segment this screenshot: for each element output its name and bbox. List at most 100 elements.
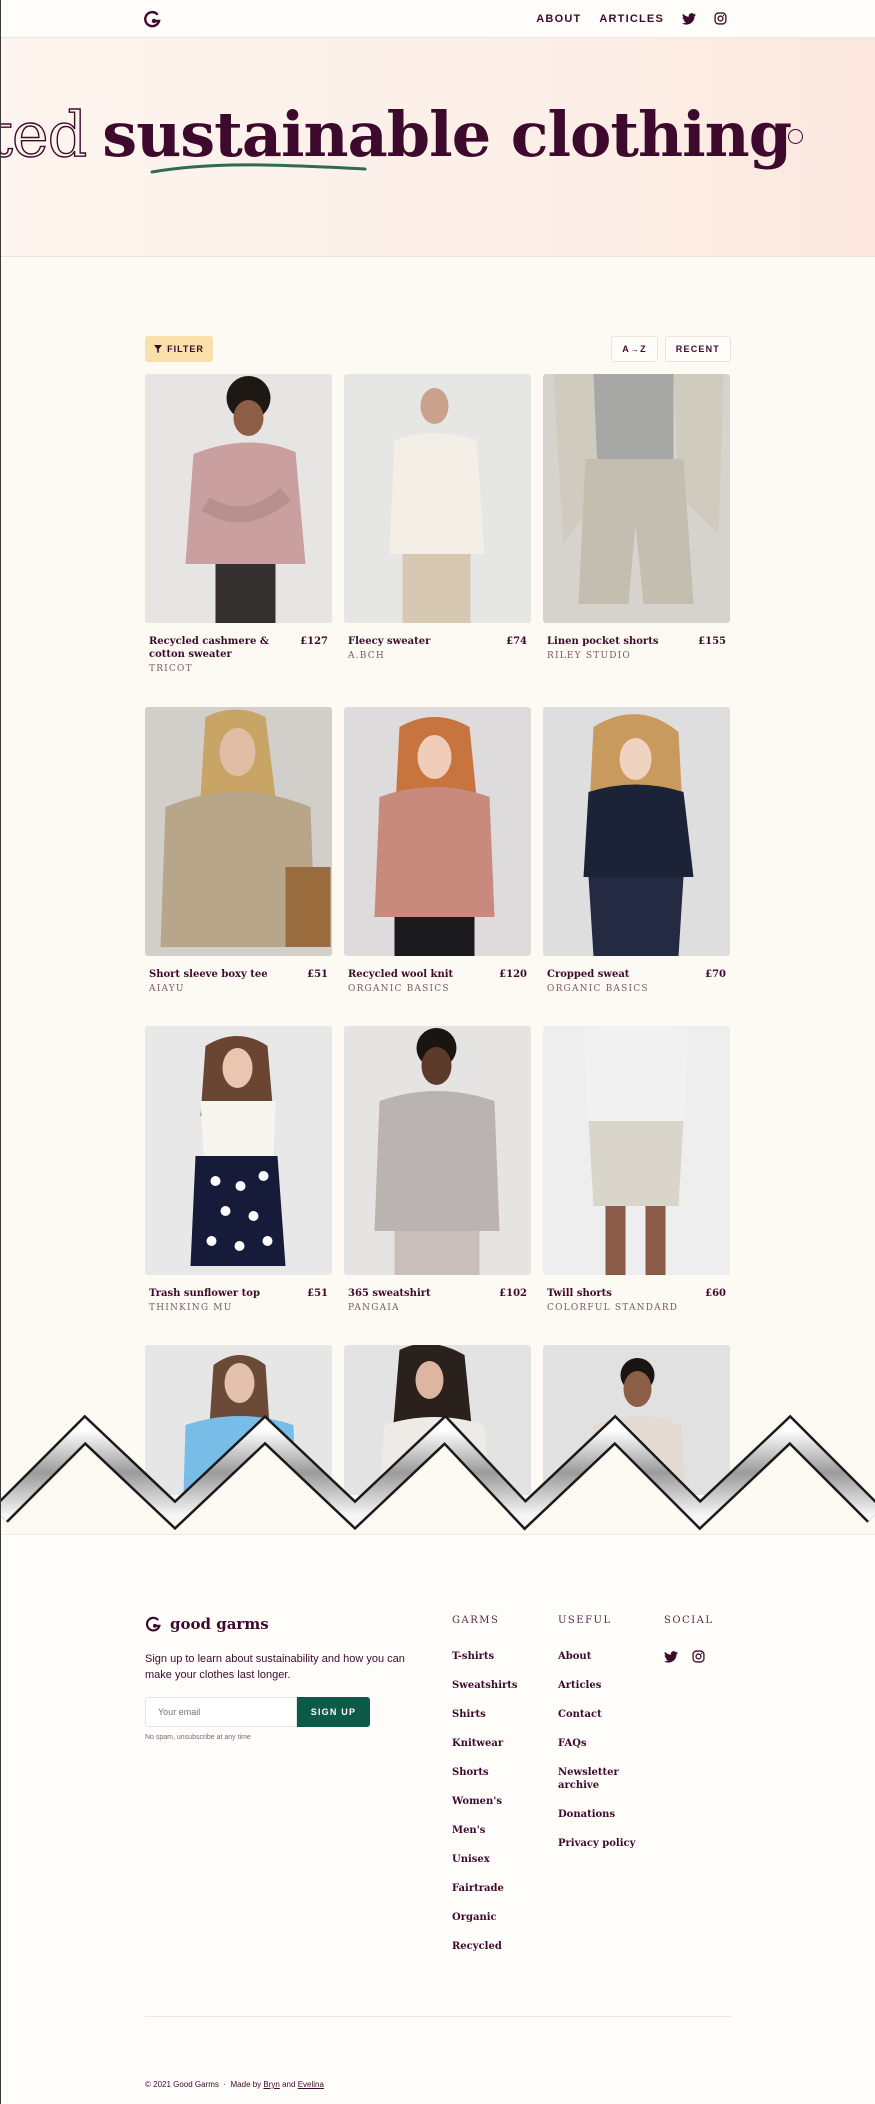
nav-about-link[interactable]: ABOUT (536, 13, 581, 25)
instagram-icon[interactable] (714, 12, 727, 25)
footer-brand-name: good garms (170, 1615, 269, 1633)
logo-icon (145, 1616, 161, 1632)
useful-link[interactable]: Articles (558, 1679, 638, 1692)
product-image[interactable] (145, 1026, 332, 1275)
product-brand: COLORFUL STANDARD (547, 1303, 679, 1313)
garms-link[interactable]: Sweatshirts (452, 1679, 518, 1692)
hero-headline: tedsustainable clothing (0, 103, 792, 166)
product-name[interactable]: Trash sunflower top (149, 1287, 260, 1300)
product-image[interactable] (344, 707, 531, 956)
sort-recent-button[interactable]: RECENT (664, 336, 731, 362)
filter-icon (154, 345, 163, 353)
product-name[interactable]: 365 sweatshirt (348, 1287, 431, 1300)
product-name[interactable]: Twill shorts (547, 1287, 612, 1300)
product-brand: PANGAIA (348, 1303, 400, 1313)
logo-icon[interactable] (143, 9, 163, 29)
product-name[interactable]: Fleecy sweater (348, 635, 430, 648)
email-field[interactable] (145, 1697, 297, 1727)
main-nav: ABOUT ARTICLES (536, 12, 727, 25)
made-by-text: Made by (230, 2080, 262, 2089)
zigzag-divider (0, 1414, 875, 1535)
product-card[interactable]: Fleecy sweater £74 A.BCH (344, 374, 531, 661)
nav-articles-link[interactable]: ARTICLES (599, 13, 664, 25)
product-price: £102 (499, 1288, 527, 1299)
sort-az-button[interactable]: A→Z (611, 336, 658, 362)
useful-heading: USEFUL (558, 1615, 612, 1626)
product-card[interactable]: Recycled cashmere & cotton sweater £127 T… (145, 374, 332, 674)
useful-link[interactable]: FAQs (558, 1737, 638, 1750)
useful-link[interactable]: Privacy policy (558, 1837, 638, 1850)
product-price: £74 (506, 636, 527, 647)
product-brand: ORGANIC BASICS (348, 984, 450, 994)
product-card[interactable]: Recycled wool knit £120 ORGANIC BASICS (344, 707, 531, 994)
garms-link[interactable]: Shorts (452, 1766, 518, 1779)
garms-heading: GARMS (452, 1615, 500, 1626)
garms-link[interactable]: Men's (452, 1824, 518, 1837)
newsletter-note: No spam, unsubscribe at any time (145, 1734, 251, 1741)
garms-link[interactable]: Women's (452, 1795, 518, 1808)
site-footer: good garms Sign up to learn about sustai… (0, 1534, 875, 2104)
product-price: £127 (300, 636, 328, 647)
product-price: £51 (307, 1288, 328, 1299)
product-image[interactable] (145, 374, 332, 623)
product-image[interactable] (344, 374, 531, 623)
hero-banner: tedsustainable clothing (0, 38, 875, 257)
garms-link[interactable]: Recycled (452, 1940, 518, 1953)
garms-link[interactable]: Shirts (452, 1708, 518, 1721)
product-brand: ORGANIC BASICS (547, 984, 649, 994)
product-name[interactable]: Cropped sweat (547, 968, 629, 981)
filter-label: FILTER (167, 344, 204, 354)
footer-divider (145, 2016, 731, 2017)
useful-link[interactable]: Contact (558, 1708, 638, 1721)
product-card[interactable]: Cropped sweat £70 ORGANIC BASICS (543, 707, 730, 994)
newsletter-form: SIGN UP (145, 1697, 370, 1727)
author-link-bryn[interactable]: Bryn (263, 2080, 279, 2089)
useful-link[interactable]: About (558, 1650, 638, 1663)
product-name[interactable]: Short sleeve boxy tee (149, 968, 268, 981)
hero-circle-icon (788, 129, 803, 144)
footer-social-column: SOCIAL (664, 1615, 714, 1663)
product-name[interactable]: Linen pocket shorts (547, 635, 658, 648)
sort-controls: A→Z RECENT (611, 336, 731, 362)
product-price: £120 (499, 969, 527, 980)
footer-logo[interactable]: good garms (145, 1615, 269, 1633)
garms-link[interactable]: Fairtrade (452, 1882, 518, 1895)
garms-link[interactable]: Knitwear (452, 1737, 518, 1750)
product-price: £60 (705, 1288, 726, 1299)
and-text: and (282, 2080, 296, 2089)
product-price: £51 (307, 969, 328, 980)
product-image[interactable] (543, 707, 730, 956)
product-image[interactable] (344, 1026, 531, 1275)
footer-useful-column: USEFUL About Articles Contact FAQs Newsl… (558, 1615, 638, 1866)
product-image[interactable] (543, 1026, 730, 1275)
product-brand: THINKING MU (149, 1303, 233, 1313)
product-price: £70 (705, 969, 726, 980)
product-card[interactable]: Linen pocket shorts £155 RILEY STUDIO (543, 374, 730, 661)
useful-link[interactable]: Newsletter archive (558, 1766, 638, 1792)
garms-link[interactable]: Organic (452, 1911, 518, 1924)
product-card[interactable]: Trash sunflower top £51 THINKING MU (145, 1026, 332, 1313)
hero-outline-word: ted (0, 98, 88, 171)
top-bar: ABOUT ARTICLES (0, 0, 875, 38)
filter-button[interactable]: FILTER (145, 336, 213, 362)
instagram-icon[interactable] (692, 1650, 705, 1663)
author-link-evelina[interactable]: Evelina (298, 2080, 324, 2089)
product-brand: RILEY STUDIO (547, 651, 631, 661)
signup-button[interactable]: SIGN UP (297, 1697, 370, 1727)
product-toolbar: FILTER A→Z RECENT (145, 336, 731, 362)
twitter-icon[interactable] (682, 12, 696, 25)
garms-link[interactable]: Unisex (452, 1853, 518, 1866)
product-card[interactable]: Short sleeve boxy tee £51 AIAYU (145, 707, 332, 994)
product-card[interactable]: 365 sweatshirt £102 PANGAIA (344, 1026, 531, 1313)
twitter-icon[interactable] (664, 1650, 678, 1663)
underline-squiggle-icon (150, 163, 367, 174)
product-image[interactable] (145, 707, 332, 956)
garms-link[interactable]: T-shirts (452, 1650, 518, 1663)
product-name[interactable]: Recycled wool knit (348, 968, 453, 981)
product-card[interactable]: Twill shorts £60 COLORFUL STANDARD (543, 1026, 730, 1313)
product-name[interactable]: Recycled cashmere & cotton sweater (149, 635, 289, 661)
product-price: £155 (698, 636, 726, 647)
useful-link[interactable]: Donations (558, 1808, 638, 1821)
product-image[interactable] (543, 374, 730, 623)
footer-garms-column: GARMS T-shirts Sweatshirts Shirts Knitwe… (452, 1615, 518, 1969)
